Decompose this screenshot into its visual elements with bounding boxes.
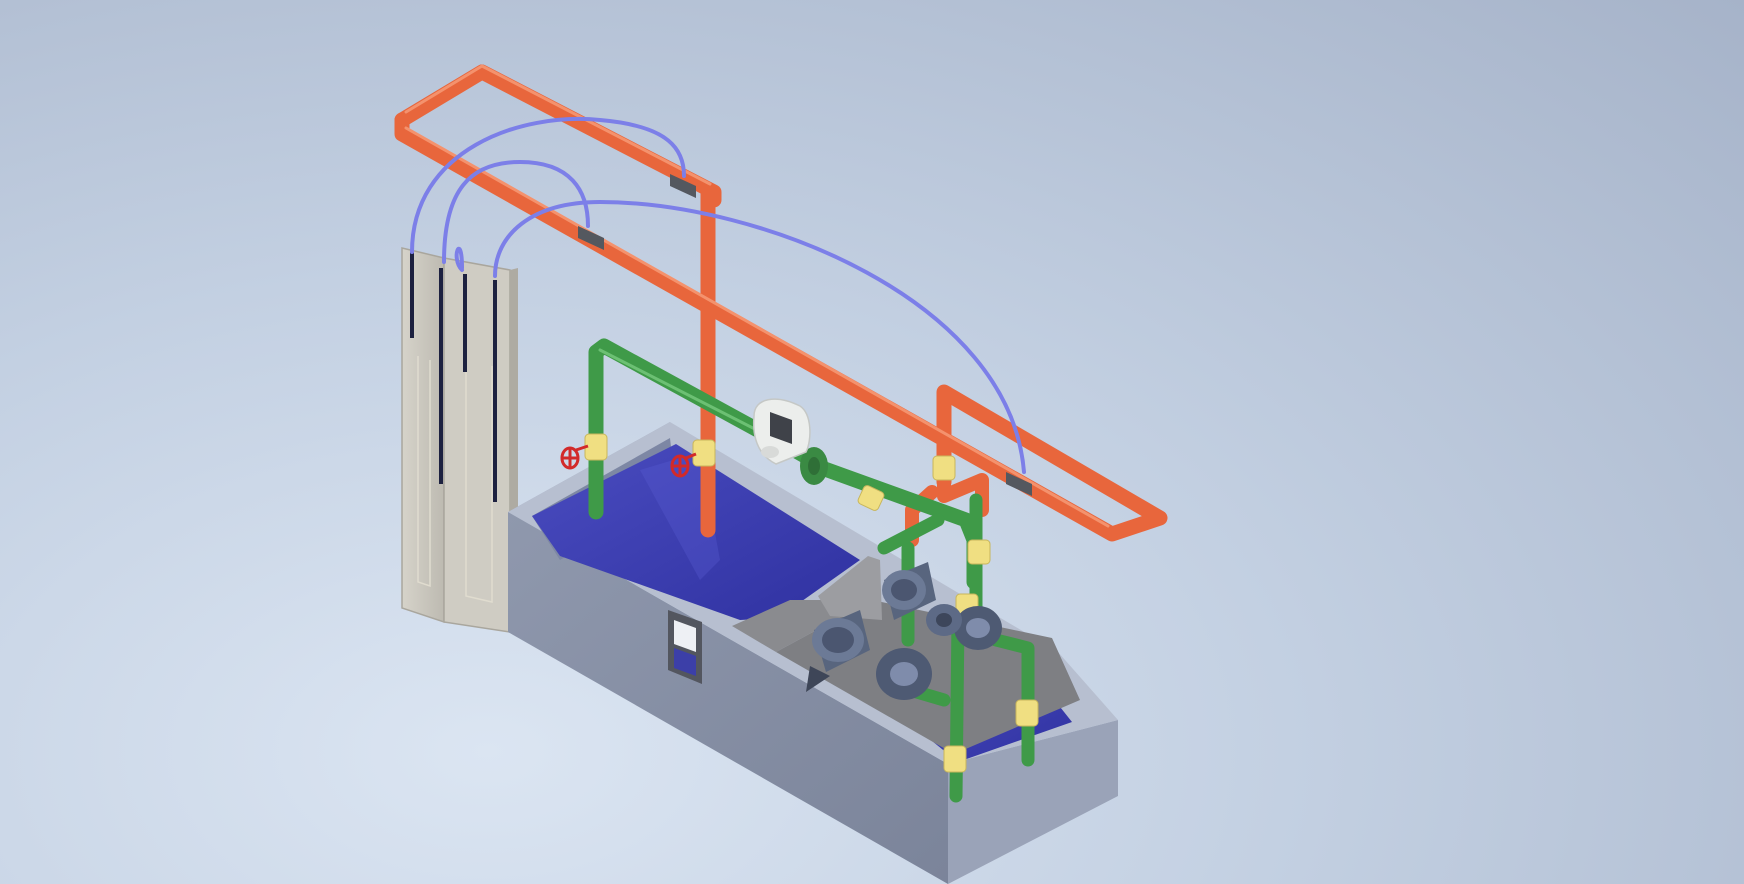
pressure-tube-3 [454, 246, 464, 272]
pressure-tube-1 [410, 117, 686, 254]
orange-pipe-top-loop [394, 64, 722, 208]
ball-valve-6 [943, 745, 967, 773]
gate-valve-2 [692, 439, 716, 467]
manometer-board [401, 247, 518, 633]
manometer-panel-right [443, 257, 511, 633]
ball-valve-5 [1015, 699, 1039, 727]
ball-valve-2 [932, 455, 956, 481]
flow-meter [752, 398, 811, 465]
hand-wheel-1 [560, 444, 589, 470]
cad-viewport[interactable] [0, 0, 1744, 884]
manometer-panel-left [401, 247, 445, 624]
ball-valve-3 [967, 539, 991, 565]
pump-test-rig-render [394, 64, 1168, 884]
flow-meter-base [761, 446, 779, 458]
